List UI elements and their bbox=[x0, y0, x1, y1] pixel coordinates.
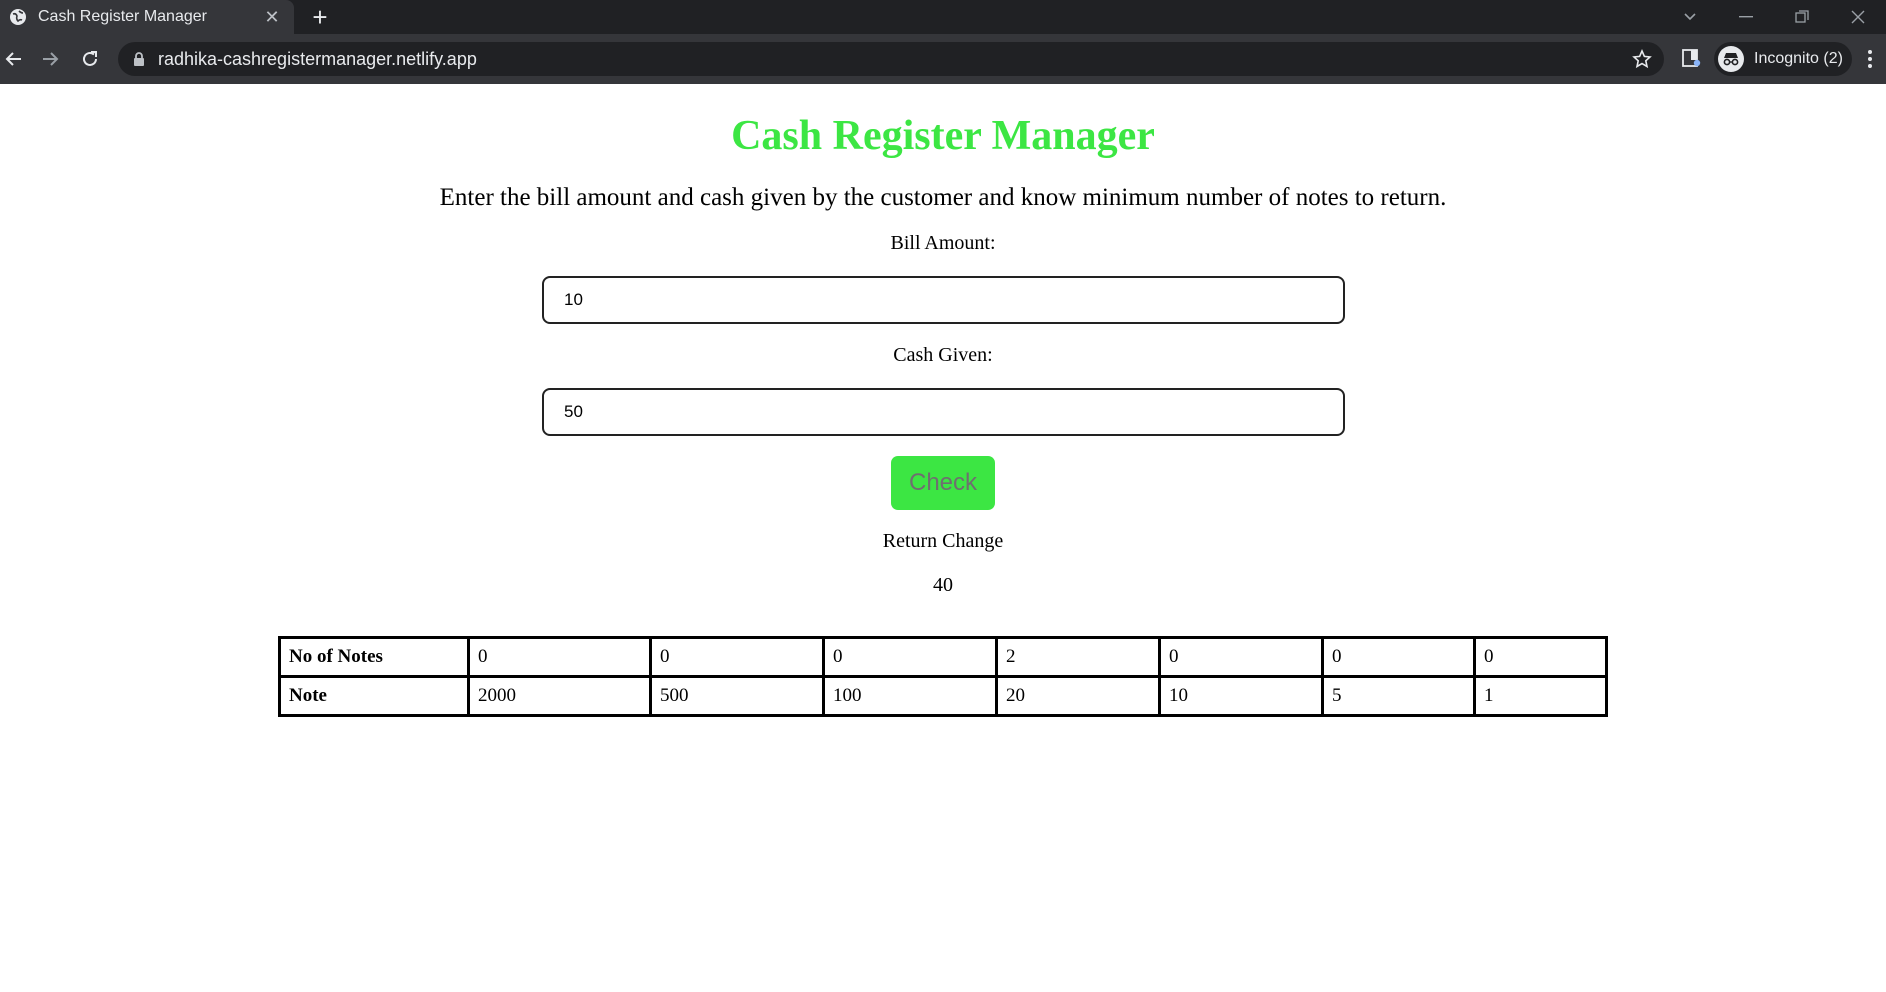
bill-amount-input[interactable] bbox=[542, 276, 1345, 324]
url-text: radhika-cashregistermanager.netlify.app bbox=[158, 48, 477, 69]
reload-icon[interactable] bbox=[76, 45, 104, 73]
star-icon[interactable] bbox=[1630, 47, 1654, 71]
globe-icon bbox=[10, 9, 26, 25]
forward-arrow-icon[interactable] bbox=[36, 45, 64, 73]
return-change-label: Return Change bbox=[882, 530, 1004, 552]
browser-toolbar: radhika-cashregistermanager.netlify.app … bbox=[0, 34, 1886, 84]
browser-tab[interactable]: Cash Register Manager ✕ bbox=[0, 0, 294, 34]
back-arrow-icon[interactable] bbox=[0, 45, 28, 73]
minimize-icon[interactable] bbox=[1718, 0, 1774, 34]
table-row: Note 2000 500 100 20 10 5 1 bbox=[278, 675, 1608, 717]
notes-table: No of Notes 0 0 0 2 0 0 0 Note 2000 500 … bbox=[278, 636, 1608, 717]
cash-given-input[interactable] bbox=[542, 388, 1345, 436]
tab-title: Cash Register Manager bbox=[38, 8, 207, 25]
page-subtitle: Enter the bill amount and cash given by … bbox=[439, 184, 1447, 211]
table-cell: 0 bbox=[1321, 636, 1476, 678]
table-cell: 0 bbox=[822, 636, 998, 678]
table-cell: 2 bbox=[995, 636, 1161, 678]
incognito-icon bbox=[1718, 46, 1744, 72]
table-cell: 10 bbox=[1158, 675, 1324, 717]
table-cell: 500 bbox=[649, 675, 825, 717]
table-cell: 0 bbox=[649, 636, 825, 678]
browser-chrome: Cash Register Manager ✕ + radhika-cashre… bbox=[0, 0, 1886, 84]
table-cell: 20 bbox=[995, 675, 1161, 717]
profile-label: Incognito (2) bbox=[1754, 50, 1843, 67]
table-row-header: No of Notes bbox=[278, 636, 470, 678]
bill-amount-label: Bill Amount: bbox=[890, 232, 996, 254]
table-row: No of Notes 0 0 0 2 0 0 0 bbox=[278, 636, 1608, 678]
table-cell: 100 bbox=[822, 675, 998, 717]
tab-search-icon[interactable] bbox=[1662, 0, 1718, 34]
address-bar[interactable]: radhika-cashregistermanager.netlify.app bbox=[118, 42, 1664, 76]
table-cell: 0 bbox=[467, 636, 652, 678]
tab-strip: Cash Register Manager ✕ + bbox=[0, 0, 1886, 34]
table-cell: 5 bbox=[1321, 675, 1476, 717]
lock-icon[interactable] bbox=[132, 51, 146, 67]
table-cell: 0 bbox=[1158, 636, 1324, 678]
kebab-menu-icon[interactable] bbox=[1862, 47, 1878, 71]
table-cell: 1 bbox=[1473, 675, 1608, 717]
window-controls bbox=[1662, 0, 1886, 34]
cash-given-label: Cash Given: bbox=[893, 344, 993, 366]
table-row-header: Note bbox=[278, 675, 470, 717]
page-content: Cash Register Manager Enter the bill amo… bbox=[0, 84, 1886, 992]
plus-icon[interactable]: + bbox=[306, 3, 334, 31]
page-title: Cash Register Manager bbox=[731, 113, 1155, 159]
extension-icon[interactable] bbox=[1680, 47, 1704, 71]
return-change-value: 40 bbox=[933, 574, 953, 596]
window-close-icon[interactable] bbox=[1830, 0, 1886, 34]
restore-icon[interactable] bbox=[1774, 0, 1830, 34]
profile-button[interactable]: Incognito (2) bbox=[1714, 42, 1852, 76]
table-cell: 0 bbox=[1473, 636, 1608, 678]
table-cell: 2000 bbox=[467, 675, 652, 717]
close-icon[interactable]: ✕ bbox=[260, 5, 284, 29]
check-button[interactable]: Check bbox=[891, 456, 995, 510]
